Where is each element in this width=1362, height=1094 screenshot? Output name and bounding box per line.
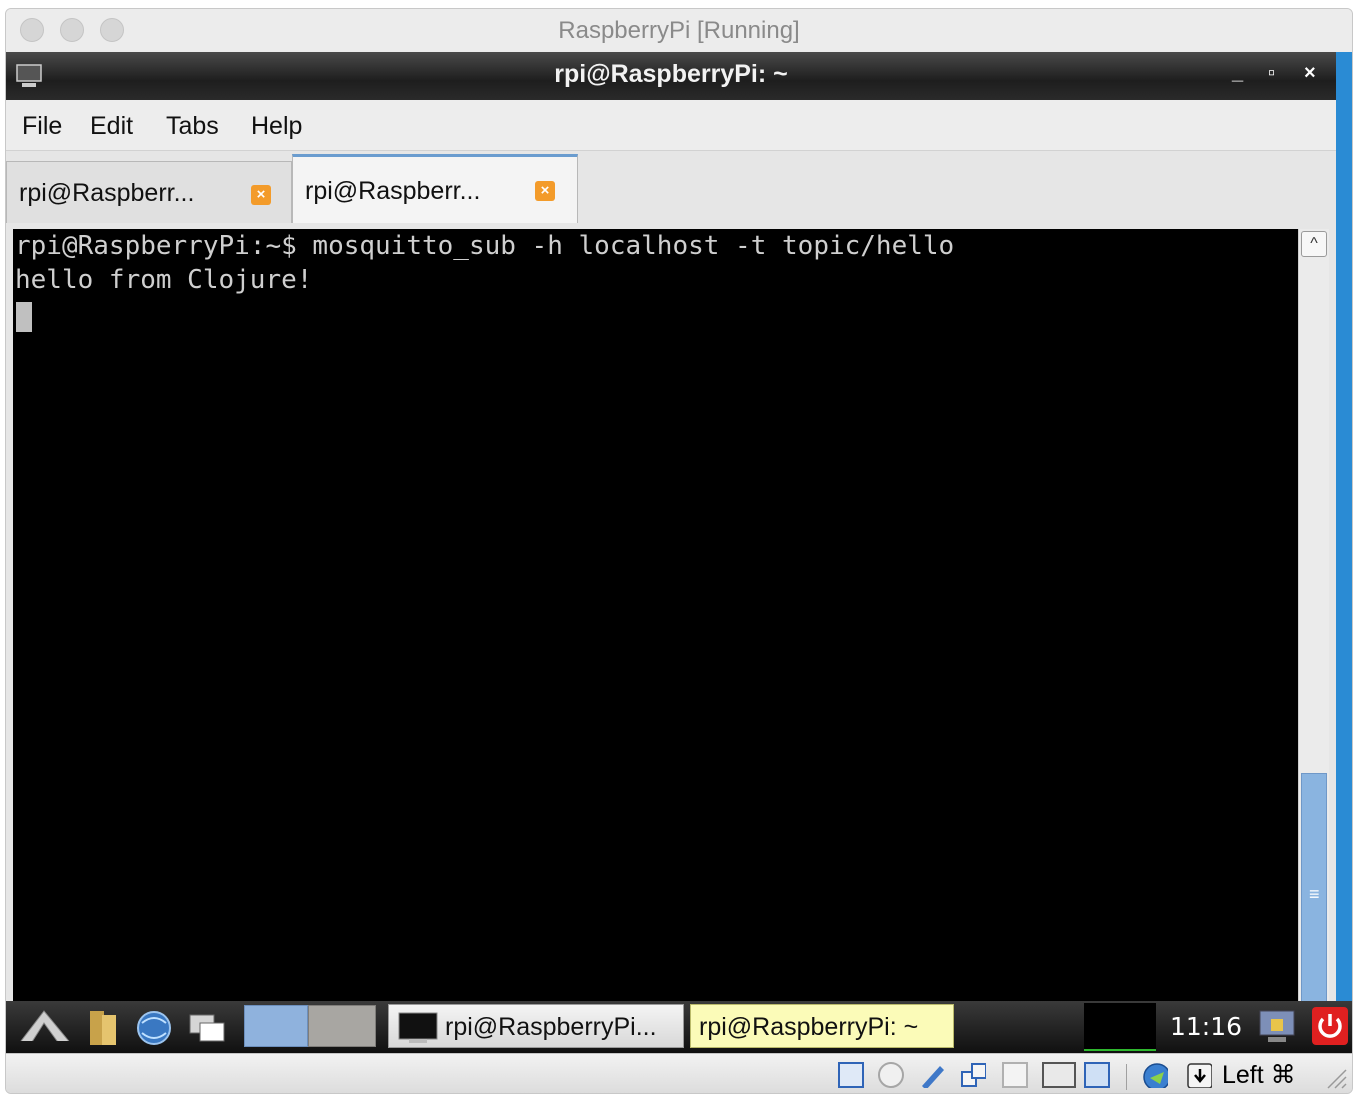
- terminal-window-title: rpi@RaspberryPi: ~: [554, 60, 788, 88]
- desktop-1-button[interactable]: [244, 1005, 308, 1047]
- close-icon[interactable]: ×: [1304, 62, 1316, 85]
- host-title-bar[interactable]: RaspberryPi [Running]: [6, 9, 1352, 52]
- scroll-thumb[interactable]: ≡: [1301, 773, 1327, 1004]
- shared-folder-icon[interactable]: [1002, 1062, 1028, 1088]
- close-tab-icon[interactable]: ×: [535, 181, 555, 201]
- window-switcher-icon[interactable]: [186, 1009, 230, 1045]
- host-window-title: RaspberryPi [Running]: [558, 17, 800, 44]
- file-manager-icon[interactable]: [86, 1009, 122, 1045]
- tab-1-label: rpi@Raspberr...: [19, 179, 195, 207]
- terminal-task-icon: [398, 1012, 438, 1043]
- tab-2[interactable]: rpi@Raspberr... ×: [292, 154, 578, 223]
- menu-icon[interactable]: [14, 1005, 76, 1041]
- taskbar-task-1[interactable]: rpi@RaspberryPi...: [388, 1004, 684, 1048]
- status-divider: [1126, 1064, 1127, 1090]
- desktop-2-button[interactable]: [308, 1005, 376, 1047]
- scroll-grip-icon: ≡: [1309, 884, 1320, 904]
- host-key-label: Left ⌘: [1222, 1061, 1296, 1089]
- hard-disk-icon[interactable]: [838, 1062, 864, 1088]
- virtualbox-status-bar: Left ⌘: [6, 1053, 1352, 1093]
- tab-bar: rpi@Raspberr... × rpi@Raspberr... ×: [6, 151, 1336, 223]
- cpu-monitor-icon: [1084, 1003, 1156, 1051]
- terminal-scrollbar[interactable]: ^ ≡: [1298, 229, 1329, 1004]
- tab-2-label: rpi@Raspberr...: [305, 177, 481, 205]
- terminal-output[interactable]: rpi@RaspberryPi:~$ mosquitto_sub -h loca…: [13, 229, 1299, 1004]
- mouse-integration-icon[interactable]: [1142, 1062, 1168, 1088]
- terminal-cursor: [16, 302, 32, 332]
- menu-edit[interactable]: Edit: [90, 112, 133, 141]
- close-tab-icon[interactable]: ×: [251, 185, 271, 205]
- terminal-command-line: rpi@RaspberryPi:~$ mosquitto_sub -h loca…: [15, 231, 955, 261]
- maximize-icon[interactable]: ▫: [1268, 62, 1275, 85]
- desktop-background: [1336, 52, 1352, 1053]
- resize-grip-icon[interactable]: [1324, 1066, 1348, 1090]
- usb-icon[interactable]: [918, 1062, 944, 1088]
- browser-icon[interactable]: [134, 1009, 174, 1045]
- menu-help[interactable]: Help: [251, 112, 302, 141]
- task-1-label: rpi@RaspberryPi...: [445, 1013, 657, 1041]
- optical-drive-icon[interactable]: [878, 1062, 904, 1088]
- virtualbox-window: RaspberryPi [Running] rpi@RaspberryPi: ~…: [5, 8, 1353, 1094]
- clock[interactable]: 11:16: [1170, 1012, 1242, 1041]
- network-icon[interactable]: [960, 1062, 986, 1088]
- vm-display[interactable]: rpi@RaspberryPi: ~ _ ▫ × File Edit Tabs …: [6, 52, 1352, 1053]
- tab-1[interactable]: rpi@Raspberr... ×: [6, 161, 292, 223]
- terminal-output-line: hello from Clojure!: [15, 265, 313, 295]
- taskbar-task-2[interactable]: rpi@RaspberryPi: ~: [690, 1004, 954, 1048]
- lock-screen-icon[interactable]: [1256, 1007, 1298, 1047]
- video-capture-icon[interactable]: [1084, 1062, 1110, 1088]
- terminal-frame: rpi@RaspberryPi:~$ mosquitto_sub -h loca…: [6, 223, 1336, 1004]
- terminal-title-bar[interactable]: rpi@RaspberryPi: ~ _ ▫ ×: [6, 52, 1336, 100]
- menu-tabs[interactable]: Tabs: [166, 112, 219, 141]
- menu-bar: File Edit Tabs Help: [6, 100, 1336, 151]
- minimize-icon[interactable]: _: [1232, 62, 1243, 85]
- keyboard-icon[interactable]: [1186, 1062, 1212, 1088]
- task-2-label: rpi@RaspberryPi: ~: [699, 1013, 919, 1041]
- taskbar: rpi@RaspberryPi... rpi@RaspberryPi: ~ 11…: [6, 1001, 1352, 1053]
- power-icon[interactable]: [1310, 1005, 1350, 1047]
- display-icon[interactable]: [1042, 1062, 1076, 1088]
- scroll-up-icon[interactable]: ^: [1301, 231, 1327, 257]
- menu-file[interactable]: File: [22, 112, 62, 141]
